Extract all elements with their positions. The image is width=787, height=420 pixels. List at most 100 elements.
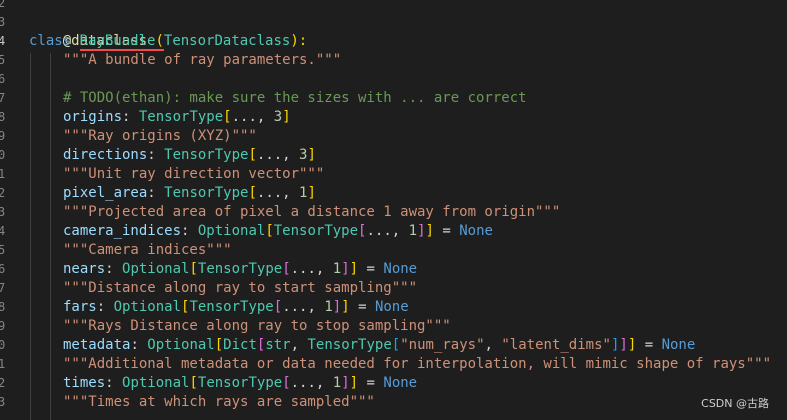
line-number: 8 — [0, 300, 6, 314]
line-number: 5 — [0, 53, 6, 67]
line-number: 2 — [0, 186, 6, 200]
field-name: pixel_area — [63, 185, 148, 201]
field-name: directions — [63, 147, 148, 163]
field-docstring: """Distance along ray to start sampling"… — [63, 280, 418, 296]
default-value: None — [383, 261, 418, 277]
line-number: 8 — [0, 110, 6, 124]
field-docstring: """Camera indices""" — [63, 242, 232, 258]
class-keyword: class — [29, 33, 72, 49]
field-docstring: """Unit ray direction vector""" — [63, 166, 325, 182]
line-number: 6 — [0, 262, 6, 276]
type-args: ..., — [290, 261, 333, 277]
code-line-pixel-area-doc[interactable]: """Projected area of pixel a distance 1 … — [29, 203, 560, 222]
field-docstring: """Times at which rays are sampled""" — [63, 394, 375, 410]
code-line-fars-doc[interactable]: """Rays Distance along ray to stop sampl… — [29, 317, 451, 336]
code-line-todo[interactable]: # TODO(ethan): make sure the sizes with … — [29, 89, 527, 108]
type-args: ..., — [231, 109, 274, 125]
string-literal: "num_rays" — [400, 337, 485, 353]
line-number: 3 — [0, 205, 6, 219]
line-number-gutter: 2 3 4 5 6 7 8 9 0 1 2 3 4 5 6 7 8 9 0 1 … — [0, 0, 8, 420]
code-line-directions-doc[interactable]: """Unit ray direction vector""" — [29, 165, 324, 184]
field-name: fars — [63, 299, 97, 315]
default-value: None — [661, 337, 696, 353]
code-line-times-doc[interactable]: """Times at which rays are sampled""" — [29, 393, 375, 412]
field-name: metadata — [63, 337, 131, 353]
type-args: ..., — [282, 299, 325, 315]
code-line-origins-doc[interactable]: """Ray origins (XYZ)""" — [29, 127, 257, 146]
base-class: TensorDataclass — [163, 33, 291, 49]
code-line-pixel-area[interactable]: pixel_area: TensorType[..., 1] — [29, 184, 316, 203]
line-number: 2 — [0, 376, 6, 390]
type-args: ..., — [256, 185, 300, 201]
class-name: RayBundle — [79, 33, 156, 51]
line-number: 0 — [0, 148, 6, 162]
type-args: ..., — [290, 375, 333, 391]
line-number: 3 — [0, 15, 6, 29]
default-value: None — [383, 375, 418, 391]
type-name: TensorType — [138, 109, 224, 125]
number-literal: 1 — [332, 375, 342, 391]
code-line-camera-indices-doc[interactable]: """Camera indices""" — [29, 241, 232, 260]
line-number: 3 — [0, 395, 6, 409]
optional-type: Optional — [122, 375, 190, 391]
code-line-directions[interactable]: directions: TensorType[..., 3] — [29, 146, 316, 165]
code-line-nears-doc[interactable]: """Distance along ray to start sampling"… — [29, 279, 417, 298]
line-number: 2 — [0, 0, 6, 10]
code-editor[interactable]: 2 3 4 5 6 7 8 9 0 1 2 3 4 5 6 7 8 9 0 1 … — [0, 0, 787, 420]
line-number: 9 — [0, 129, 6, 143]
type-name: TensorType — [273, 223, 359, 239]
line-number: 4 — [0, 224, 6, 238]
type-args: ..., — [256, 147, 300, 163]
line-number: 7 — [0, 281, 6, 295]
number-literal: 3 — [273, 109, 283, 125]
line-number: 9 — [0, 319, 6, 333]
code-line-metadata[interactable]: metadata: Optional[Dict[str, TensorType[… — [29, 336, 695, 355]
line-number: 7 — [0, 91, 6, 105]
field-docstring: """Rays Distance along ray to stop sampl… — [63, 318, 451, 334]
todo-comment: # TODO(ethan): make sure the sizes with … — [63, 90, 527, 106]
code-line-origins[interactable]: origins: TensorType[..., 3] — [29, 108, 291, 127]
open-paren: ( — [155, 33, 164, 51]
code-line-class-def[interactable]: class RayBundle(TensorDataclass): — [29, 32, 307, 51]
field-name: origins — [63, 109, 123, 125]
optional-type: Optional — [122, 261, 190, 277]
field-name: camera_indices — [63, 223, 182, 239]
line-number: 1 — [0, 167, 6, 181]
line-number: 5 — [0, 243, 6, 257]
default-value: None — [459, 223, 493, 239]
field-docstring: """Additional metadata or data needed fo… — [63, 356, 772, 372]
code-line-camera-indices[interactable]: camera_indices: Optional[TensorType[...,… — [29, 222, 493, 241]
type-name: TensorType — [164, 147, 249, 163]
str-type: str — [265, 337, 291, 353]
type-name: TensorType — [197, 375, 283, 391]
number-literal: 1 — [408, 223, 418, 239]
line-number: 1 — [0, 357, 6, 371]
field-name: nears — [63, 261, 106, 277]
class-docstring: """A bundle of ray parameters.""" — [63, 52, 342, 68]
watermark-text: CSDN @古路 — [701, 397, 769, 410]
line-number: 6 — [0, 72, 6, 86]
dict-type: Dict — [223, 337, 257, 353]
string-literal: "latent_dims" — [501, 337, 611, 353]
number-literal: 1 — [332, 261, 342, 277]
type-name: TensorType — [307, 337, 392, 353]
optional-type: Optional — [197, 223, 266, 239]
field-docstring: """Ray origins (XYZ)""" — [63, 128, 257, 144]
type-args: ..., — [366, 223, 409, 239]
code-line-times[interactable]: times: Optional[TensorType[..., 1]] = No… — [29, 374, 417, 393]
field-name: times — [63, 375, 106, 391]
code-line-decorator[interactable]: @dataclass — [29, 13, 147, 49]
code-line-nears[interactable]: nears: Optional[TensorType[..., 1]] = No… — [29, 260, 417, 279]
code-line-fars[interactable]: fars: Optional[TensorType[..., 1]] = Non… — [29, 298, 409, 317]
default-value: None — [374, 299, 409, 315]
optional-type: Optional — [113, 299, 182, 315]
number-literal: 1 — [324, 299, 333, 315]
type-name: TensorType — [164, 185, 249, 201]
line-number: 0 — [0, 338, 6, 352]
code-line-metadata-doc[interactable]: """Additional metadata or data needed fo… — [29, 355, 771, 374]
close-paren: ): — [290, 33, 308, 49]
line-number: 4 — [0, 34, 6, 48]
code-line-class-doc[interactable]: """A bundle of ray parameters.""" — [29, 51, 341, 70]
optional-type: Optional — [147, 337, 215, 353]
type-name: TensorType — [197, 261, 283, 277]
